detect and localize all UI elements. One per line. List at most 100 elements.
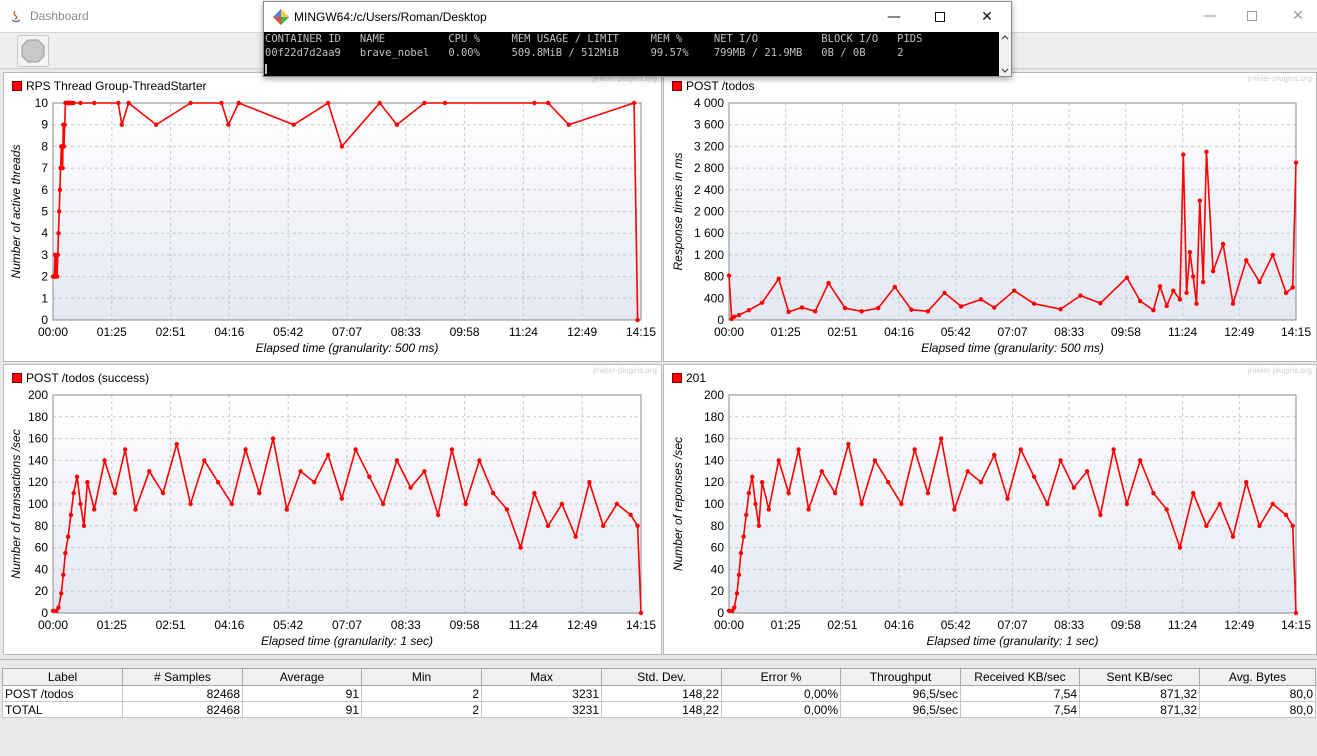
y-tick-label: 800	[704, 270, 724, 284]
minimize-button[interactable]: —	[1187, 0, 1233, 32]
data-point	[942, 290, 947, 296]
terminal-output[interactable]: CONTAINER ID NAME CPU % MEM USAGE / LIMI…	[264, 32, 999, 76]
y-tick-label: 20	[711, 584, 725, 598]
column-header[interactable]: Error %	[721, 668, 841, 686]
x-tick-label: 11:24	[509, 618, 538, 632]
data-point	[1293, 610, 1299, 616]
y-tick-label: 160	[28, 432, 48, 446]
x-tick-label: 09:58	[1111, 325, 1141, 339]
table-cell: 7,54	[960, 701, 1080, 718]
data-point	[1011, 288, 1017, 293]
data-point	[160, 490, 166, 496]
column-header[interactable]: Sent KB/sec	[1079, 668, 1200, 686]
data-point	[842, 305, 848, 311]
y-axis-title: Number of reponses /sec	[671, 437, 685, 571]
data-point	[74, 474, 80, 479]
data-point	[102, 458, 107, 463]
x-tick-label: 08:33	[391, 325, 421, 339]
scroll-arrows-icon	[1001, 35, 1009, 73]
maximize-button[interactable]	[1229, 0, 1275, 32]
x-tick-label: 14:15	[1281, 618, 1311, 632]
x-tick-label: 01:25	[97, 618, 127, 632]
terminal-window[interactable]: MINGW64:/c/Users/Roman/Desktop — ✕ CONTA…	[263, 1, 1012, 77]
close-button[interactable]: ✕	[1275, 0, 1317, 32]
maximize-icon	[1247, 11, 1257, 21]
y-tick-label: 60	[711, 541, 725, 555]
data-point	[188, 100, 193, 106]
x-tick-label: 12:49	[567, 325, 597, 339]
stop-icon	[21, 39, 45, 63]
data-point	[449, 447, 455, 452]
x-tick-label: 09:58	[450, 325, 480, 339]
data-point	[1187, 249, 1193, 255]
column-header[interactable]: Label	[2, 668, 123, 686]
data-point	[1058, 306, 1063, 312]
response-times-chart-panel: jmeter-plugins.org POST /todos 0 400 800 1 …	[663, 72, 1317, 362]
terminal-cursor	[265, 64, 267, 74]
data-point	[1194, 301, 1199, 306]
data-point	[1078, 293, 1083, 298]
terminal-close-button[interactable]: ✕	[964, 2, 1010, 32]
y-tick-label: 2 000	[694, 205, 724, 219]
data-point	[766, 507, 771, 512]
java-app-icon	[11, 10, 21, 23]
data-point	[408, 485, 413, 490]
data-point	[899, 501, 904, 507]
data-point	[92, 507, 97, 512]
data-point	[57, 187, 63, 192]
terminal-maximize-button[interactable]	[917, 2, 963, 32]
data-point	[1230, 301, 1236, 306]
x-tick-label: 07:07	[997, 325, 1027, 339]
column-header[interactable]: Average	[242, 668, 362, 686]
table-row[interactable]: POST /todos 82468 91 2 3231 148,22 0,00%…	[2, 685, 1316, 702]
column-header[interactable]: Avg. Bytes	[1199, 668, 1316, 686]
data-point	[123, 447, 128, 452]
data-point	[832, 490, 838, 496]
jmeter-dashboard-window: Dashboard — ✕ MINGW64:/c/Users/Roman/Des…	[0, 0, 1317, 756]
data-point	[744, 512, 749, 518]
column-header[interactable]: Throughput	[840, 668, 961, 686]
y-tick-label: 3 600	[694, 118, 724, 132]
data-point	[174, 441, 179, 447]
x-axis-title: Elapsed time (granularity: 1 sec)	[261, 634, 433, 648]
terminal-minimize-button[interactable]: —	[871, 2, 917, 32]
table-row[interactable]: TOTAL 82468 91 2 3231 148,22 0,00% 96,5/…	[2, 701, 1316, 718]
data-point	[65, 534, 71, 539]
table-cell: 7,54	[960, 685, 1080, 702]
data-point	[859, 309, 864, 314]
data-point	[112, 490, 118, 496]
column-header[interactable]: # Samples	[122, 668, 243, 686]
data-point	[587, 480, 592, 485]
y-tick-label: 3	[41, 248, 48, 262]
stop-button[interactable]	[17, 35, 49, 67]
column-header[interactable]: Min	[361, 668, 482, 686]
data-point	[600, 523, 606, 528]
data-point	[846, 441, 851, 447]
table-cell: 3231	[481, 701, 602, 718]
x-tick-label: 00:00	[714, 618, 744, 632]
data-point	[61, 572, 66, 578]
data-point	[1124, 501, 1130, 507]
data-point	[545, 100, 551, 106]
data-point	[1191, 490, 1196, 496]
data-point	[1217, 501, 1222, 507]
data-point	[741, 534, 746, 539]
terminal-title-bar: MINGW64:/c/Users/Roman/Desktop — ✕	[264, 2, 1011, 32]
close-icon: ✕	[1292, 8, 1304, 24]
data-point	[257, 490, 262, 496]
data-point	[736, 312, 742, 318]
y-tick-label: 160	[704, 432, 724, 446]
y-tick-label: 120	[28, 475, 48, 489]
column-header[interactable]: Max	[481, 668, 602, 686]
y-tick-label: 6	[41, 183, 48, 197]
data-point	[229, 501, 235, 507]
data-point	[153, 122, 159, 127]
data-point	[1177, 297, 1183, 302]
column-header[interactable]: Received KB/sec	[960, 668, 1080, 686]
terminal-scrollbar[interactable]	[999, 32, 1011, 76]
column-header[interactable]: Std. Dev.	[601, 668, 722, 686]
data-point	[380, 501, 386, 507]
data-point	[1270, 252, 1275, 258]
active-threads-chart: 01234567891000:00 01:25 02:51 04:16 05:42 07:…	[9, 96, 656, 355]
data-point	[490, 490, 496, 496]
